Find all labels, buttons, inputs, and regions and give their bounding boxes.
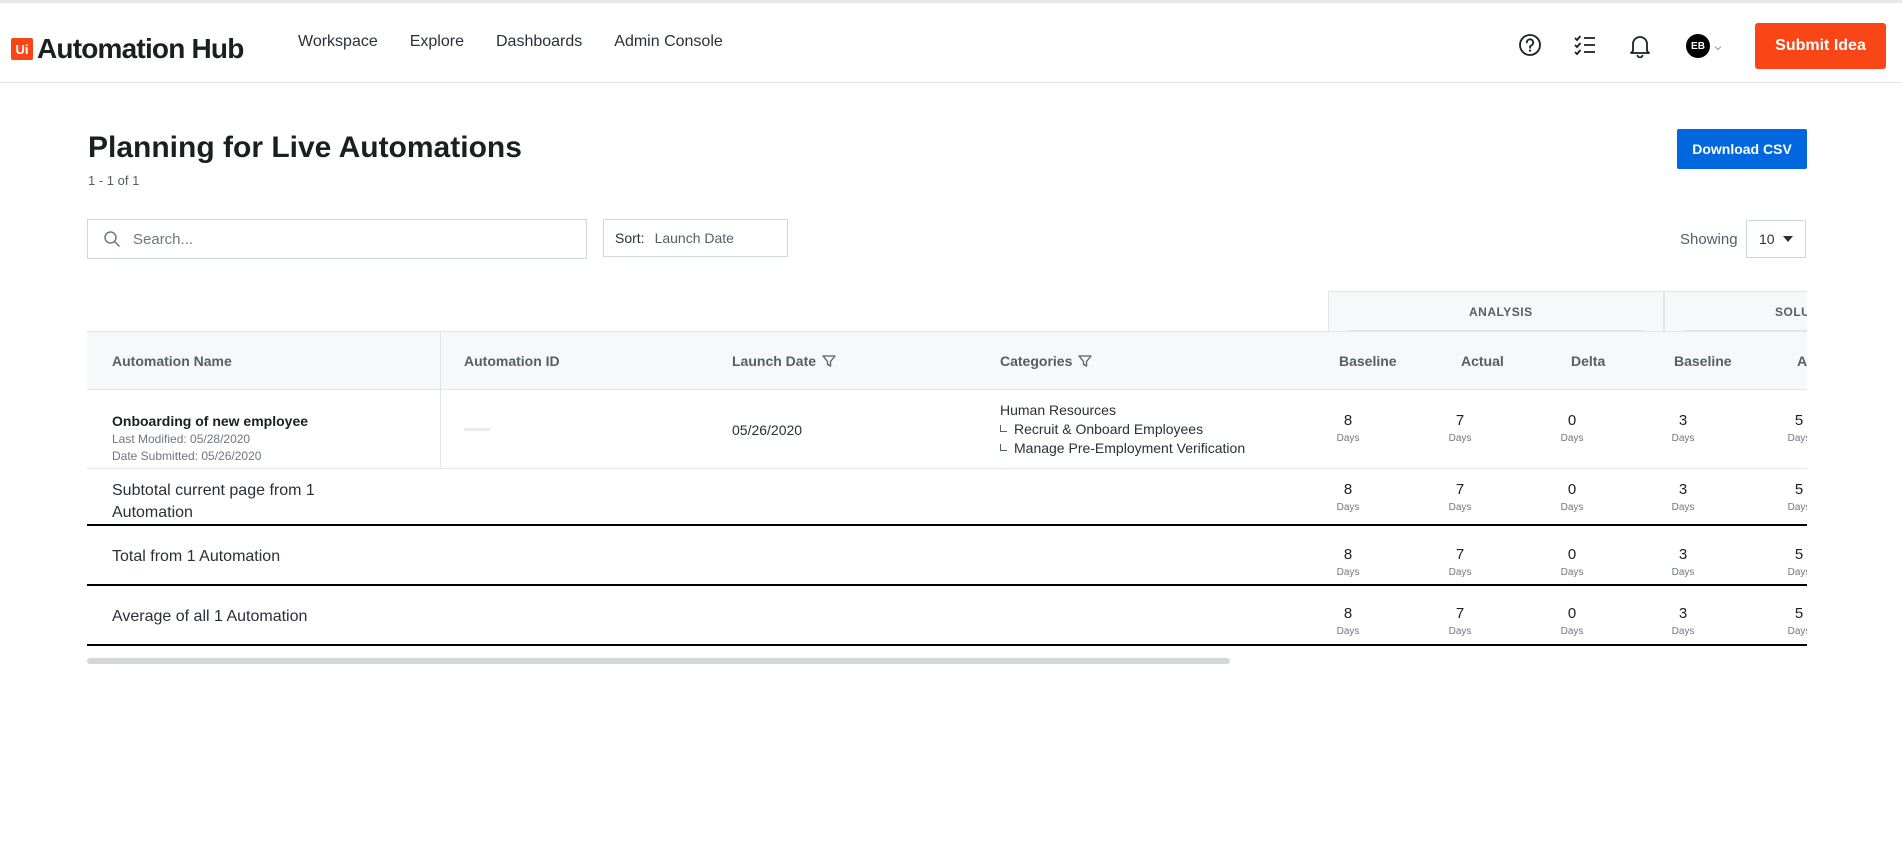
col-analysis-actual[interactable]: Actual [1461,353,1504,369]
caret-down-icon [1783,236,1793,242]
solution-baseline-value: 3 Days [1671,412,1695,444]
average-analysis-actual: 7 Days [1448,605,1472,637]
analysis-baseline-value: 8 Days [1336,412,1360,444]
date-submitted: Date Submitted: 05/26/2020 [112,449,262,463]
table-header: Automation Name Automation ID Launch Dat… [87,331,1807,390]
sort-dropdown[interactable]: Sort: Launch Date [603,219,788,257]
subtotal-analysis-baseline: 8 Days [1336,481,1360,513]
average-row: Average of all 1 Automation 8 Days 7 Days … [87,586,1807,646]
total-analysis-baseline: 8 Days [1336,546,1360,578]
group-header-analysis: ANALYSIS [1328,291,1664,331]
average-analysis-baseline: 8 Days [1336,605,1360,637]
nav-workspace[interactable]: Workspace [298,33,378,51]
tasks-icon[interactable] [1572,32,1598,58]
sort-label: Sort: [615,230,645,246]
nav-explore[interactable]: Explore [410,33,464,51]
col-analysis-delta[interactable]: Delta [1571,353,1605,369]
average-solution-actual: 5Days [1787,605,1807,637]
top-header: Ui Automation Hub Workspace Explore Dash… [0,3,1902,83]
download-csv-button[interactable]: Download CSV [1677,129,1807,169]
results-count: 1 - 1 of 1 [88,173,140,188]
page-size-select[interactable]: 10 [1746,220,1806,258]
subtotal-label: Subtotal current page from 1 Automation [112,482,315,521]
filter-icon[interactable] [1078,354,1093,368]
search-icon [104,231,121,248]
automation-id-placeholder [464,428,490,431]
total-analysis-actual: 7 Days [1448,546,1472,578]
launch-date: 05/26/2020 [732,422,803,438]
subtotal-solution-baseline: 3 Days [1671,481,1695,513]
average-solution-baseline: 3 Days [1671,605,1695,637]
category-l3: Manage Pre-Employment Verification [1000,440,1245,456]
search-input[interactable] [131,229,555,249]
automation-name[interactable]: Onboarding of new employee [112,413,308,429]
uipath-logo-badge: Ui [11,38,33,60]
nav-admin-console[interactable]: Admin Console [614,33,723,51]
page-title: Planning for Live Automations [88,131,522,164]
average-label: Average of all 1 Automation [112,608,308,625]
filter-icon[interactable] [822,354,836,368]
category-l1: Human Resources [1000,402,1116,418]
analysis-actual-value: 7 Days [1448,412,1472,444]
col-automation-id[interactable]: Automation ID [464,353,560,369]
col-solution-baseline[interactable]: Baseline [1674,353,1732,369]
subtotal-row: Subtotal current page from 1 Automation … [87,469,1807,526]
col-analysis-baseline[interactable]: Baseline [1339,353,1397,369]
total-row: Total from 1 Automation 8 Days 7 Days 0 Day… [87,526,1807,586]
average-analysis-delta: 0 Days [1560,605,1584,637]
last-modified: Last Modified: 05/28/2020 [112,432,251,446]
total-label: Total from 1 Automation [112,548,281,565]
total-solution-baseline: 3 Days [1671,546,1695,578]
nav-dashboards[interactable]: Dashboards [496,33,582,51]
col-solution-actual[interactable]: A [1797,353,1807,369]
help-icon[interactable] [1517,32,1543,58]
page-size-value: 10 [1759,231,1775,247]
search-box[interactable] [87,219,587,259]
col-launch-date[interactable]: Launch Date [732,353,836,369]
total-solution-actual: 5Days [1787,546,1807,578]
solution-actual-value: 5Days [1787,412,1807,444]
showing-label: Showing [1680,231,1738,248]
analysis-delta-value: 0 Days [1560,412,1584,444]
table-row[interactable]: Onboarding of new employee Last Modified… [87,390,1807,469]
subtotal-analysis-actual: 7 Days [1448,481,1472,513]
horizontal-scrollbar[interactable] [87,658,1230,664]
total-analysis-delta: 0 Days [1560,546,1584,578]
subtotal-solution-actual: 5Days [1787,481,1807,513]
col-categories[interactable]: Categories [1000,353,1093,369]
automations-table: ANALYSIS SOLU Automation Name Automation… [87,291,1807,667]
category-l2: Recruit & Onboard Employees [1000,421,1203,437]
user-avatar[interactable]: EB [1686,34,1710,58]
group-header-solution: SOLU [1664,291,1807,331]
bell-icon[interactable] [1627,32,1653,59]
main-nav: Workspace Explore Dashboards Admin Conso… [298,33,755,51]
submit-idea-button[interactable]: Submit Idea [1755,23,1886,69]
chevron-down-icon[interactable] [1713,40,1723,51]
app-name: Automation Hub [37,33,244,64]
sort-value: Launch Date [654,230,734,246]
subtotal-analysis-delta: 0 Days [1560,481,1584,513]
app-logo[interactable]: Ui Automation Hub [11,33,244,65]
col-automation-name[interactable]: Automation Name [112,353,232,369]
